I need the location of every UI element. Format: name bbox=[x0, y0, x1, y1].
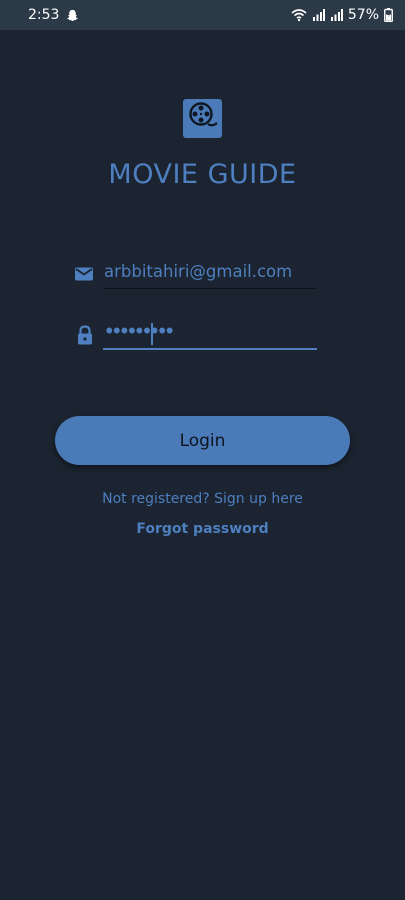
app-title: MOVIE GUIDE bbox=[108, 159, 297, 190]
lock-icon bbox=[74, 324, 96, 346]
app-logo bbox=[183, 99, 222, 138]
film-reel-icon bbox=[187, 100, 219, 137]
status-right: 57% bbox=[291, 7, 393, 23]
wifi-icon bbox=[291, 8, 307, 22]
mail-icon bbox=[74, 264, 96, 286]
login-button[interactable]: Login bbox=[55, 416, 350, 465]
password-input-value[interactable]: ••••••••• bbox=[104, 322, 175, 341]
password-underline bbox=[103, 348, 317, 350]
signal-icon bbox=[330, 9, 343, 21]
signup-link[interactable]: Not registered? Sign up here bbox=[0, 491, 405, 507]
status-bar: 2:53 57% bbox=[0, 0, 405, 30]
battery-icon bbox=[384, 8, 393, 22]
email-underline bbox=[103, 288, 317, 289]
password-field[interactable]: ••••••••• bbox=[74, 318, 318, 352]
text-cursor bbox=[151, 323, 153, 345]
forgot-password-link[interactable]: Forgot password bbox=[0, 521, 405, 537]
signal-icon bbox=[312, 9, 325, 21]
status-left: 2:53 bbox=[28, 7, 79, 23]
status-time: 2:53 bbox=[28, 7, 60, 23]
snapchat-icon bbox=[66, 9, 79, 22]
email-input-value[interactable]: arbbitahiri@gmail.com bbox=[104, 262, 292, 281]
battery-percent: 57% bbox=[347, 7, 379, 23]
email-field[interactable]: arbbitahiri@gmail.com bbox=[74, 258, 318, 292]
